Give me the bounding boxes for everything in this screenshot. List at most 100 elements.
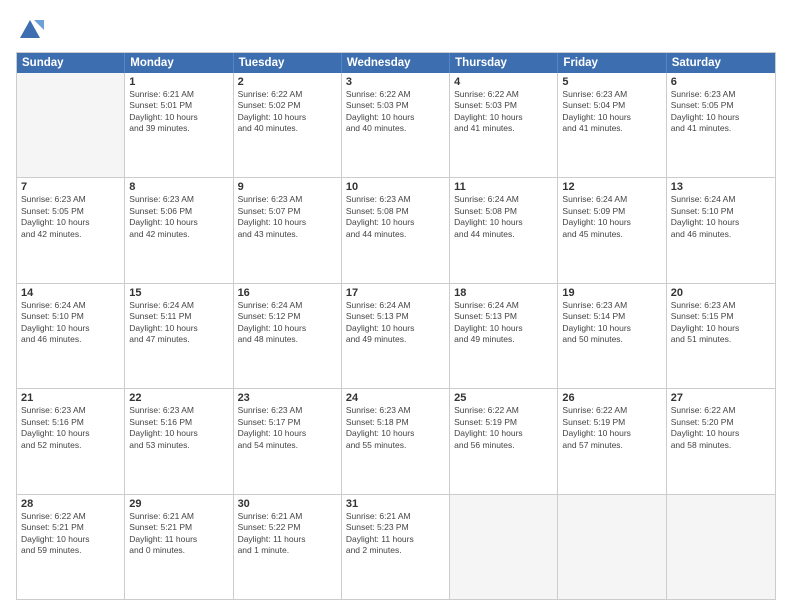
cell-info-line: and 42 minutes. bbox=[21, 229, 120, 240]
cell-info-line: Sunset: 5:17 PM bbox=[238, 417, 337, 428]
cell-info-line: Sunrise: 6:22 AM bbox=[671, 405, 771, 416]
day-cell-1: 1Sunrise: 6:21 AMSunset: 5:01 PMDaylight… bbox=[125, 73, 233, 177]
day-cell-3: 3Sunrise: 6:22 AMSunset: 5:03 PMDaylight… bbox=[342, 73, 450, 177]
cell-info-line: Sunset: 5:08 PM bbox=[346, 206, 445, 217]
cell-info-line: Sunset: 5:19 PM bbox=[454, 417, 553, 428]
cell-info-line: Sunset: 5:05 PM bbox=[671, 100, 771, 111]
cell-info-line: Sunrise: 6:23 AM bbox=[671, 300, 771, 311]
cell-info-line: Sunrise: 6:23 AM bbox=[21, 194, 120, 205]
cell-info-line: Sunrise: 6:23 AM bbox=[671, 89, 771, 100]
cell-info-line: and 55 minutes. bbox=[346, 440, 445, 451]
day-cell-6: 6Sunrise: 6:23 AMSunset: 5:05 PMDaylight… bbox=[667, 73, 775, 177]
cell-info-line: and 44 minutes. bbox=[454, 229, 553, 240]
day-cell-28: 28Sunrise: 6:22 AMSunset: 5:21 PMDayligh… bbox=[17, 495, 125, 599]
day-cell-19: 19Sunrise: 6:23 AMSunset: 5:14 PMDayligh… bbox=[558, 284, 666, 388]
cell-info-line: Sunrise: 6:23 AM bbox=[21, 405, 120, 416]
day-cell-9: 9Sunrise: 6:23 AMSunset: 5:07 PMDaylight… bbox=[234, 178, 342, 282]
cell-info-line: Sunset: 5:13 PM bbox=[454, 311, 553, 322]
cell-info-line: Sunset: 5:21 PM bbox=[21, 522, 120, 533]
cell-info-line: Sunrise: 6:23 AM bbox=[129, 405, 228, 416]
day-number: 23 bbox=[238, 392, 337, 404]
day-number: 28 bbox=[21, 498, 120, 510]
calendar-body: 1Sunrise: 6:21 AMSunset: 5:01 PMDaylight… bbox=[17, 73, 775, 599]
day-cell-20: 20Sunrise: 6:23 AMSunset: 5:15 PMDayligh… bbox=[667, 284, 775, 388]
day-number: 16 bbox=[238, 287, 337, 299]
day-number: 24 bbox=[346, 392, 445, 404]
cell-info-line: Sunset: 5:22 PM bbox=[238, 522, 337, 533]
cell-info-line: and 50 minutes. bbox=[562, 334, 661, 345]
cell-info-line: and 48 minutes. bbox=[238, 334, 337, 345]
cell-info-line: and 46 minutes. bbox=[21, 334, 120, 345]
day-cell-4: 4Sunrise: 6:22 AMSunset: 5:03 PMDaylight… bbox=[450, 73, 558, 177]
day-cell-18: 18Sunrise: 6:24 AMSunset: 5:13 PMDayligh… bbox=[450, 284, 558, 388]
day-number: 10 bbox=[346, 181, 445, 193]
cell-info-line: and 39 minutes. bbox=[129, 123, 228, 134]
cell-info-line: Sunset: 5:10 PM bbox=[21, 311, 120, 322]
cell-info-line: Daylight: 10 hours bbox=[454, 428, 553, 439]
cell-info-line: Sunrise: 6:23 AM bbox=[238, 405, 337, 416]
cell-info-line: Daylight: 10 hours bbox=[671, 217, 771, 228]
cell-info-line: Sunrise: 6:24 AM bbox=[238, 300, 337, 311]
day-number: 1 bbox=[129, 76, 228, 88]
day-cell-26: 26Sunrise: 6:22 AMSunset: 5:19 PMDayligh… bbox=[558, 389, 666, 493]
cell-info-line: Sunrise: 6:22 AM bbox=[454, 89, 553, 100]
header-day-sunday: Sunday bbox=[17, 53, 125, 73]
cell-info-line: and 44 minutes. bbox=[346, 229, 445, 240]
day-cell-7: 7Sunrise: 6:23 AMSunset: 5:05 PMDaylight… bbox=[17, 178, 125, 282]
cell-info-line: Sunset: 5:05 PM bbox=[21, 206, 120, 217]
cell-info-line: Sunset: 5:19 PM bbox=[562, 417, 661, 428]
day-number: 15 bbox=[129, 287, 228, 299]
day-number: 4 bbox=[454, 76, 553, 88]
day-cell-13: 13Sunrise: 6:24 AMSunset: 5:10 PMDayligh… bbox=[667, 178, 775, 282]
cell-info-line: Daylight: 10 hours bbox=[238, 428, 337, 439]
calendar: SundayMondayTuesdayWednesdayThursdayFrid… bbox=[16, 52, 776, 600]
cell-info-line: Sunrise: 6:23 AM bbox=[129, 194, 228, 205]
cell-info-line: Sunset: 5:15 PM bbox=[671, 311, 771, 322]
cell-info-line: Daylight: 10 hours bbox=[671, 428, 771, 439]
day-number: 19 bbox=[562, 287, 661, 299]
day-number: 30 bbox=[238, 498, 337, 510]
cell-info-line: and 40 minutes. bbox=[346, 123, 445, 134]
header-day-tuesday: Tuesday bbox=[234, 53, 342, 73]
cell-info-line: Sunrise: 6:24 AM bbox=[346, 300, 445, 311]
day-cell-16: 16Sunrise: 6:24 AMSunset: 5:12 PMDayligh… bbox=[234, 284, 342, 388]
cell-info-line: Daylight: 10 hours bbox=[671, 112, 771, 123]
header-day-saturday: Saturday bbox=[667, 53, 775, 73]
cell-info-line: and 43 minutes. bbox=[238, 229, 337, 240]
cell-info-line: Sunset: 5:08 PM bbox=[454, 206, 553, 217]
week-row-3: 21Sunrise: 6:23 AMSunset: 5:16 PMDayligh… bbox=[17, 388, 775, 493]
cell-info-line: and 42 minutes. bbox=[129, 229, 228, 240]
day-number: 20 bbox=[671, 287, 771, 299]
cell-info-line: Daylight: 10 hours bbox=[346, 217, 445, 228]
cell-info-line: and 41 minutes. bbox=[454, 123, 553, 134]
cell-info-line: Sunrise: 6:22 AM bbox=[562, 405, 661, 416]
cell-info-line: Daylight: 11 hours bbox=[129, 534, 228, 545]
cell-info-line: Daylight: 10 hours bbox=[129, 323, 228, 334]
day-number: 3 bbox=[346, 76, 445, 88]
cell-info-line: Daylight: 10 hours bbox=[21, 217, 120, 228]
cell-info-line: Sunrise: 6:23 AM bbox=[562, 300, 661, 311]
day-number: 21 bbox=[21, 392, 120, 404]
cell-info-line: Daylight: 10 hours bbox=[238, 217, 337, 228]
cell-info-line: and 51 minutes. bbox=[671, 334, 771, 345]
week-row-1: 7Sunrise: 6:23 AMSunset: 5:05 PMDaylight… bbox=[17, 177, 775, 282]
cell-info-line: Sunset: 5:12 PM bbox=[238, 311, 337, 322]
cell-info-line: and 54 minutes. bbox=[238, 440, 337, 451]
day-cell-24: 24Sunrise: 6:23 AMSunset: 5:18 PMDayligh… bbox=[342, 389, 450, 493]
day-cell-5: 5Sunrise: 6:23 AMSunset: 5:04 PMDaylight… bbox=[558, 73, 666, 177]
cell-info-line: Sunset: 5:18 PM bbox=[346, 417, 445, 428]
cell-info-line: and 41 minutes. bbox=[562, 123, 661, 134]
day-number: 14 bbox=[21, 287, 120, 299]
cell-info-line: and 57 minutes. bbox=[562, 440, 661, 451]
day-number: 6 bbox=[671, 76, 771, 88]
cell-info-line: and 46 minutes. bbox=[671, 229, 771, 240]
cell-info-line: Sunset: 5:13 PM bbox=[346, 311, 445, 322]
day-cell-31: 31Sunrise: 6:21 AMSunset: 5:23 PMDayligh… bbox=[342, 495, 450, 599]
day-cell-17: 17Sunrise: 6:24 AMSunset: 5:13 PMDayligh… bbox=[342, 284, 450, 388]
cell-info-line: Daylight: 11 hours bbox=[238, 534, 337, 545]
cell-info-line: and 41 minutes. bbox=[671, 123, 771, 134]
cell-info-line: Daylight: 10 hours bbox=[129, 428, 228, 439]
cell-info-line: Daylight: 10 hours bbox=[129, 112, 228, 123]
cell-info-line: Sunrise: 6:24 AM bbox=[454, 300, 553, 311]
cell-info-line: Daylight: 10 hours bbox=[129, 217, 228, 228]
